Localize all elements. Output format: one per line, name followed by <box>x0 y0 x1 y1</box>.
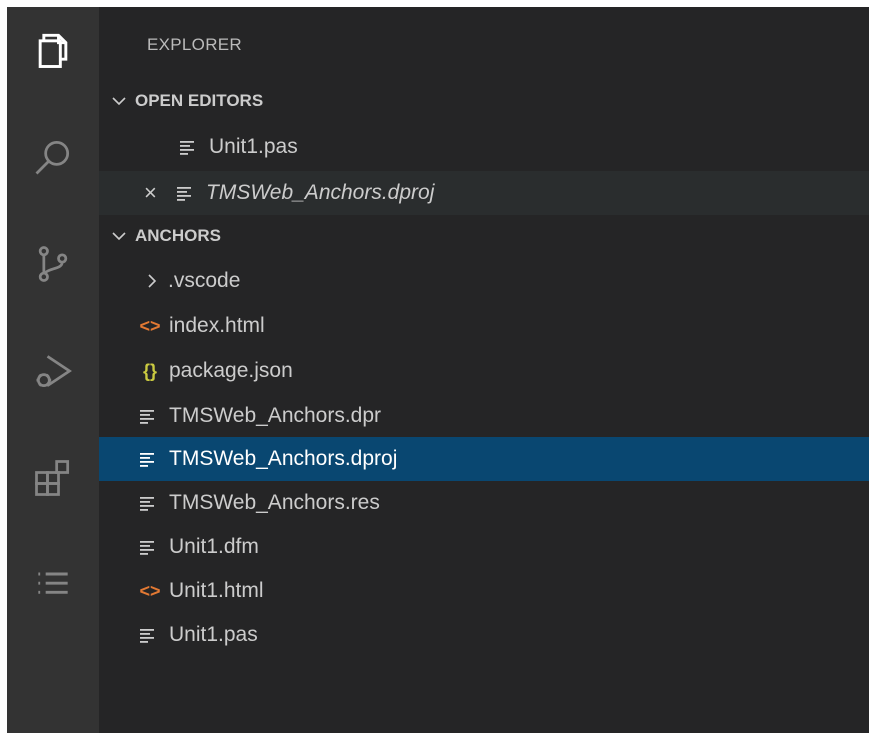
explorer-sidebar: EXPLORER OPEN EDITORS Unit1.pas × TMSWeb… <box>99 7 869 733</box>
sidebar-title: EXPLORER <box>147 35 242 54</box>
tree-file-res[interactable]: TMSWeb_Anchors.res <box>99 481 869 525</box>
vscode-window: EXPLORER OPEN EDITORS Unit1.pas × TMSWeb… <box>7 7 869 733</box>
tree-file-dpr[interactable]: TMSWeb_Anchors.dpr <box>99 394 869 438</box>
tree-file-unit1-html[interactable]: <> Unit1.html <box>99 569 869 613</box>
tree-item-label: TMSWeb_Anchors.dproj <box>169 447 398 470</box>
chevron-down-icon <box>111 93 127 109</box>
open-editors-header[interactable]: OPEN EDITORS <box>99 82 869 120</box>
open-editor-item[interactable]: Unit1.pas <box>99 125 869 169</box>
lines-icon <box>176 185 198 201</box>
open-editors-label: OPEN EDITORS <box>135 91 264 110</box>
tree-file-unit1-dfm[interactable]: Unit1.dfm <box>99 525 869 569</box>
angle-brackets-icon: <> <box>139 580 161 601</box>
search-icon[interactable] <box>7 114 99 200</box>
tree-file-index-html[interactable]: <> index.html <box>99 304 869 348</box>
lines-icon <box>139 408 161 424</box>
list-icon[interactable] <box>7 542 99 628</box>
tree-item-label: index.html <box>169 314 265 337</box>
chevron-right-icon <box>144 273 160 289</box>
explorer-icon[interactable] <box>7 7 99 93</box>
tree-item-label: TMSWeb_Anchors.dpr <box>169 404 382 427</box>
extensions-icon[interactable] <box>7 435 99 521</box>
tree-file-dproj[interactable]: TMSWeb_Anchors.dproj <box>99 437 869 481</box>
folder-header[interactable]: ANCHORS <box>99 217 869 255</box>
tree-item-label: Unit1.pas <box>169 623 258 646</box>
close-icon[interactable]: × <box>144 180 162 206</box>
chevron-down-icon <box>111 228 127 244</box>
tree-folder-vscode[interactable]: .vscode <box>99 259 869 303</box>
lines-icon <box>139 451 161 467</box>
angle-brackets-icon: <> <box>139 315 161 336</box>
tree-item-label: .vscode <box>168 269 241 292</box>
curly-braces-icon: {} <box>142 360 157 381</box>
open-editor-label: TMSWeb_Anchors.dproj <box>206 181 435 204</box>
folder-label: ANCHORS <box>135 226 221 245</box>
source-control-icon[interactable] <box>7 221 99 307</box>
tree-item-label: package.json <box>169 359 293 382</box>
lines-icon <box>179 139 201 155</box>
run-debug-icon[interactable] <box>7 328 99 414</box>
open-editor-item[interactable]: × TMSWeb_Anchors.dproj <box>99 171 869 215</box>
tree-file-package-json[interactable]: {} package.json <box>99 349 869 393</box>
lines-icon <box>139 627 161 643</box>
open-editor-label: Unit1.pas <box>209 135 298 158</box>
tree-item-label: Unit1.html <box>169 579 264 602</box>
tree-item-label: TMSWeb_Anchors.res <box>169 491 380 514</box>
tree-file-unit1-pas[interactable]: Unit1.pas <box>99 613 869 657</box>
tree-item-label: Unit1.dfm <box>169 535 259 558</box>
activity-bar <box>7 7 99 733</box>
lines-icon <box>139 539 161 555</box>
lines-icon <box>139 495 161 511</box>
